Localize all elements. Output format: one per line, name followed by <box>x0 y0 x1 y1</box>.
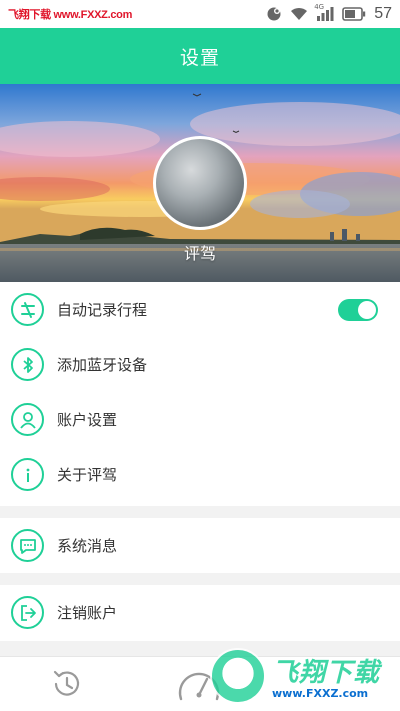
add-bluetooth-item[interactable]: 添加蓝牙设备 <box>0 337 400 392</box>
history-icon[interactable] <box>50 667 84 701</box>
about-label: 关于评驾 <box>57 466 118 484</box>
battery-level: 57 <box>374 5 392 22</box>
about-item[interactable]: 关于评驾 <box>0 447 400 502</box>
site-logo <box>210 648 266 704</box>
signal-icon: 4G <box>314 3 334 21</box>
wifi-icon <box>290 7 308 21</box>
info-icon <box>11 458 44 491</box>
notification-icon <box>266 6 282 22</box>
settings-group-main: 自动记录行程 添加蓝牙设备 账户设置 关于评驾 <box>0 282 400 506</box>
status-bar: 飞翔下载 www.FXXZ.com 4G 57 <box>0 0 400 28</box>
message-icon <box>11 529 44 562</box>
auto-record-trip-item[interactable]: 自动记录行程 <box>0 282 400 337</box>
profile-banner: 评驾 <box>0 84 400 282</box>
page-title: 设置 <box>179 46 220 69</box>
account-settings-item[interactable]: 账户设置 <box>0 392 400 447</box>
settings-group-messages: 系统消息 <box>0 518 400 573</box>
watermark-text: 飞翔下载 www.FXXZ.com <box>272 652 380 700</box>
watermark-name: 飞翔下载 <box>272 658 381 688</box>
bluetooth-icon <box>11 348 44 381</box>
route-icon <box>11 293 44 326</box>
logout-icon <box>11 596 44 629</box>
bottom-nav: 飞翔下载 www.FXXZ.com <box>0 648 400 711</box>
auto-record-trip-label: 自动记录行程 <box>57 301 148 319</box>
avatar[interactable] <box>153 136 247 230</box>
settings-group-logout: 注销账户 <box>0 585 400 641</box>
system-messages-item[interactable]: 系统消息 <box>0 518 400 573</box>
toggle-knob <box>358 301 376 319</box>
user-icon <box>11 403 44 436</box>
auto-record-toggle[interactable] <box>338 299 378 321</box>
profile-name: 评驾 <box>183 244 216 263</box>
status-icons: 4G 57 <box>266 3 392 23</box>
battery-icon <box>342 7 366 21</box>
site-watermark: 飞翔下载 www.FXXZ.com <box>8 9 133 21</box>
logout-item[interactable]: 注销账户 <box>0 585 400 640</box>
network-type-label: 4G <box>314 3 325 11</box>
logout-label: 注销账户 <box>57 604 118 622</box>
account-settings-label: 账户设置 <box>57 411 118 429</box>
site-watermark-logo: 飞翔下载 www.FXXZ.com <box>210 641 392 711</box>
app-header: 设置 <box>0 28 400 84</box>
add-bluetooth-label: 添加蓝牙设备 <box>57 356 148 374</box>
system-messages-label: 系统消息 <box>57 537 118 555</box>
